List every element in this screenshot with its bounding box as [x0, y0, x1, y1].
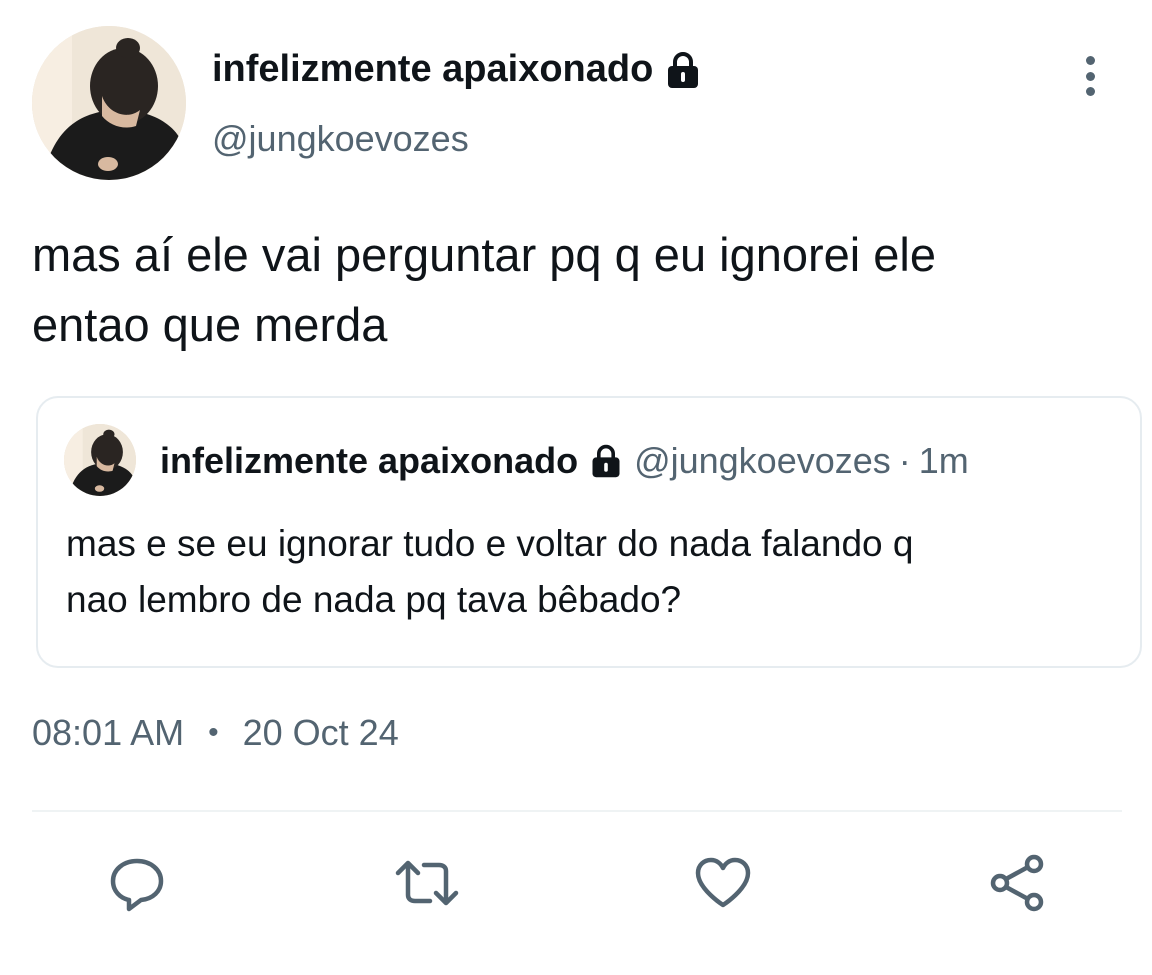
reply-button[interactable] — [102, 850, 172, 916]
timestamp-separator: • — [208, 716, 219, 749]
tweet-timestamp[interactable]: 08:01 AM • 20 Oct 24 — [32, 712, 399, 754]
share-button[interactable] — [982, 850, 1052, 916]
like-icon — [692, 853, 754, 913]
quoted-tweet-text: mas e se eu ignorar tudo e voltar do nad… — [66, 516, 1116, 628]
author-avatar[interactable] — [32, 26, 186, 180]
quoted-author-avatar — [64, 424, 136, 496]
author-name-text: infelizmente apaixonado — [212, 48, 654, 90]
lock-icon — [663, 50, 703, 90]
tweet-text-line: mas aí ele vai perguntar pq q eu ignorei… — [32, 228, 937, 281]
lock-icon — [588, 443, 624, 479]
divider — [32, 810, 1122, 812]
quoted-tweet-card[interactable]: infelizmente apaixonado @jungkoevozes · … — [36, 396, 1142, 668]
quoted-text-line: mas e se eu ignorar tudo e voltar do nad… — [66, 523, 914, 564]
share-icon — [986, 852, 1048, 914]
tweet-text-line: entao que merda — [32, 298, 388, 351]
author-display-name[interactable]: infelizmente apaixonado — [212, 48, 703, 91]
retweet-button[interactable] — [392, 850, 462, 916]
quoted-relative-time: 1m — [918, 440, 969, 481]
like-button[interactable] — [688, 850, 758, 916]
retweet-icon — [392, 853, 462, 913]
quoted-separator: · — [898, 440, 911, 481]
author-handle[interactable]: @jungkoevozes — [212, 118, 469, 160]
tweet-date: 20 Oct 24 — [242, 712, 399, 753]
quoted-tweet-header: infelizmente apaixonado @jungkoevozes · … — [160, 440, 969, 482]
tweet-text: mas aí ele vai perguntar pq q eu ignorei… — [32, 220, 1122, 360]
quoted-author-name: infelizmente apaixonado — [160, 440, 579, 481]
quoted-text-line: nao lembro de nada pq tava bêbado? — [66, 579, 682, 620]
more-vertical-icon[interactable] — [1072, 56, 1108, 96]
quoted-author-handle: @jungkoevozes — [634, 440, 891, 481]
reply-icon — [107, 853, 167, 913]
tweet-time: 08:01 AM — [32, 712, 185, 753]
